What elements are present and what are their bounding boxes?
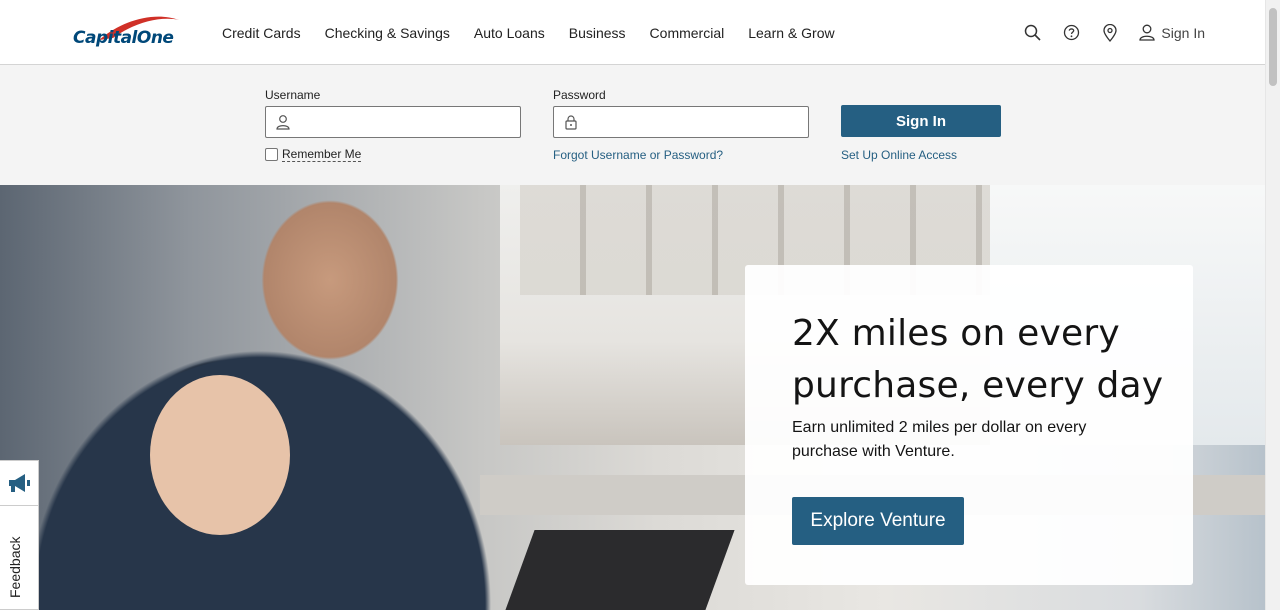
header-signin-label: Sign In	[1161, 24, 1205, 41]
utility-nav: Sign In	[1003, 0, 1205, 65]
username-field-box	[265, 106, 521, 138]
page-scrollbar[interactable]	[1265, 0, 1280, 610]
promo-title: 2X miles on every purchase, every day	[792, 313, 1164, 406]
header-signin-link[interactable]: Sign In	[1139, 24, 1205, 41]
feedback-label: Feedback	[7, 536, 23, 598]
login-panel: Username Password Remember Me Forgot Use…	[0, 65, 1265, 185]
promo-card: 2X miles on every purchase, every day Ea…	[745, 265, 1193, 585]
capital-one-logo[interactable]: CapitalOne	[73, 14, 185, 54]
search-icon[interactable]	[1022, 23, 1042, 43]
username-input[interactable]	[298, 107, 516, 137]
password-input[interactable]	[586, 107, 804, 137]
hero-photo-child	[150, 375, 290, 535]
username-label: Username	[265, 88, 321, 102]
logo-text: CapitalOne	[73, 28, 174, 48]
feedback-icon-tab[interactable]	[0, 460, 39, 506]
password-label: Password	[553, 88, 606, 102]
hero-banner: 2X miles on every purchase, every day Ea…	[0, 185, 1265, 610]
nav-learn-grow[interactable]: Learn & Grow	[748, 25, 834, 41]
nav-credit-cards[interactable]: Credit Cards	[222, 25, 301, 41]
scrollbar-thumb[interactable]	[1269, 8, 1277, 86]
signin-button[interactable]: Sign In	[841, 105, 1001, 137]
explore-venture-button[interactable]: Explore Venture	[792, 497, 964, 545]
nav-commercial[interactable]: Commercial	[650, 25, 725, 41]
nav-business[interactable]: Business	[569, 25, 626, 41]
help-icon[interactable]	[1061, 23, 1081, 43]
lock-icon	[565, 115, 577, 130]
username-group: Username	[265, 88, 521, 138]
password-group: Password	[553, 88, 809, 138]
setup-online-access-link[interactable]: Set Up Online Access	[841, 148, 957, 162]
nav-auto-loans[interactable]: Auto Loans	[474, 25, 545, 41]
promo-text: Earn unlimited 2 miles per dollar on eve…	[792, 419, 1087, 460]
nav-checking-savings[interactable]: Checking & Savings	[325, 25, 450, 41]
site-header: CapitalOne Credit Cards Checking & Savin…	[0, 0, 1265, 65]
location-pin-icon[interactable]	[1100, 23, 1120, 43]
feedback-tab[interactable]: Feedback	[0, 505, 39, 610]
megaphone-icon	[9, 474, 30, 492]
remember-me: Remember Me	[265, 147, 362, 162]
main-nav: Credit Cards Checking & Savings Auto Loa…	[222, 0, 859, 65]
forgot-credentials-link[interactable]: Forgot Username or Password?	[553, 148, 723, 162]
remember-me-label[interactable]: Remember Me	[282, 147, 362, 162]
remember-me-checkbox[interactable]	[265, 148, 278, 161]
password-field-box	[553, 106, 809, 138]
user-icon	[276, 115, 290, 130]
hero-photo-laptop	[505, 530, 735, 610]
user-icon	[1139, 24, 1156, 41]
